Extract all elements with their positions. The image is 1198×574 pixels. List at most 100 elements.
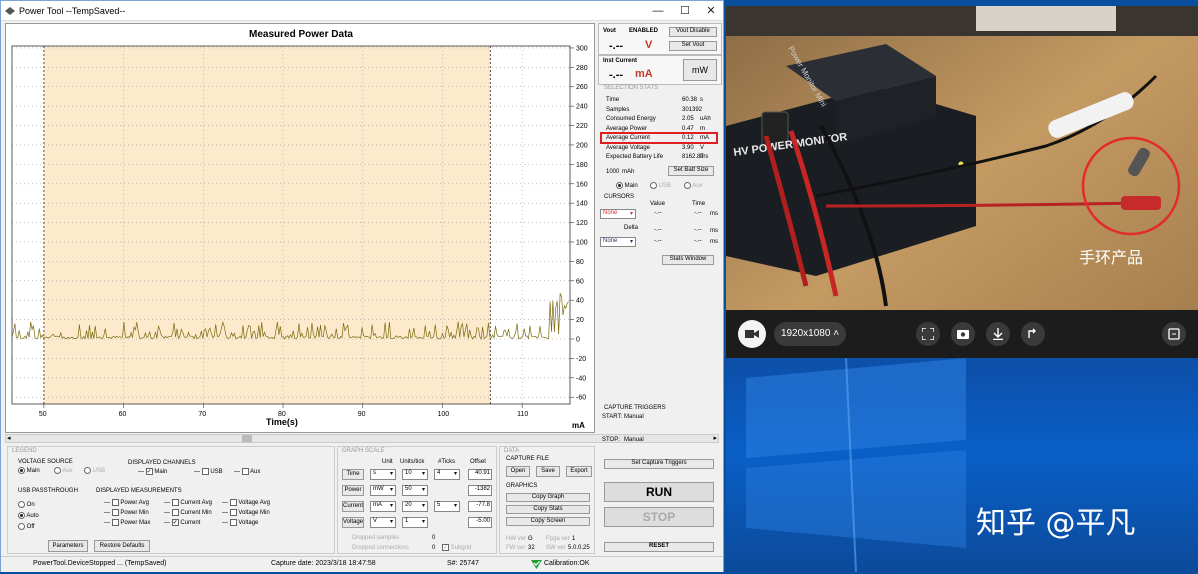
- settings-icon[interactable]: [1162, 322, 1186, 346]
- stat-value: 3.90: [682, 144, 694, 151]
- copy-graph-button[interactable]: Copy Graph: [506, 493, 590, 502]
- dc-main-check[interactable]: — ✓ Main: [138, 468, 167, 475]
- scale-ticks-select[interactable]: 5: [434, 501, 460, 512]
- fpga-ver-value: 1: [572, 536, 576, 542]
- legend-group: LEGEND VOLTAGE SOURCE Main Aux USB DISPL…: [7, 446, 335, 554]
- scale-ticks-select[interactable]: 4: [434, 469, 460, 480]
- camera-toggle-button[interactable]: [738, 320, 766, 348]
- measurement-check[interactable]: — Voltage: [222, 519, 258, 526]
- scale-row-label[interactable]: Voltage: [342, 517, 364, 528]
- power-chart[interactable]: 3002802602402202001801601401201008060402…: [6, 24, 596, 434]
- restore-defaults-button[interactable]: Restore Defaults: [94, 540, 150, 552]
- selection-region: [43, 46, 491, 404]
- close-button[interactable]: ✕: [704, 4, 718, 18]
- mw-button[interactable]: mW: [683, 59, 717, 81]
- dc-aux-check[interactable]: — Aux: [234, 468, 260, 475]
- scroll-thumb[interactable]: [242, 435, 252, 442]
- x-tick-label: 50: [39, 411, 47, 418]
- stats-radio-main[interactable]: Main: [616, 182, 638, 189]
- cursor-value-header: Value: [650, 201, 665, 207]
- open-button[interactable]: Open: [506, 466, 530, 477]
- stats-radio-usb[interactable]: USB: [650, 182, 671, 189]
- cursors-panel: CURSORS Value Time None -.-- -.-- ms Del…: [598, 191, 722, 271]
- data-group: DATA CAPTURE FILE Open Save Export GRAPH…: [499, 446, 595, 554]
- save-button[interactable]: Save: [536, 466, 560, 477]
- vs-main-radio[interactable]: Main: [18, 467, 40, 474]
- cursor2-select[interactable]: None: [600, 237, 636, 247]
- usb-off-radio[interactable]: Off: [18, 523, 35, 530]
- copy-screen-button[interactable]: Copy Screen: [506, 517, 590, 526]
- rotate-icon[interactable]: [1021, 322, 1045, 346]
- set-vout-button[interactable]: Set Vout: [669, 41, 717, 51]
- sw-ver-value: 5.0.0.25: [568, 545, 590, 551]
- parameters-button[interactable]: Parameters: [48, 540, 88, 552]
- dc-usb-check[interactable]: — USB: [194, 468, 223, 475]
- stats-radio-aux[interactable]: Aux: [684, 182, 703, 189]
- x-tick-label: 100: [437, 411, 449, 418]
- scale-unit-select[interactable]: mA: [370, 501, 396, 512]
- inst-current-label: Inst Current: [603, 58, 638, 64]
- x-tick-label: 60: [119, 411, 127, 418]
- vout-disable-button[interactable]: Vout Disable: [669, 27, 717, 37]
- hardware-photo: HV POWER MONITOR Power Monitor Mini 手环产品: [726, 6, 1198, 358]
- hw-ver-label: HW ver: [506, 536, 526, 542]
- graph-panel[interactable]: 300 280 260 240 220 200 180 160 140 120 100 80 60 40 2…: [5, 23, 595, 433]
- vs-aux-radio[interactable]: Aux: [54, 467, 73, 474]
- scale-row-label[interactable]: Current: [342, 501, 364, 512]
- scale-row-label[interactable]: Power: [342, 485, 364, 496]
- delta-ms: ms: [710, 228, 718, 234]
- usb-auto-radio[interactable]: Auto: [18, 512, 39, 519]
- cursor1-value: -.--: [654, 210, 662, 216]
- measurement-check[interactable]: — Power Avg: [104, 499, 149, 506]
- scale-offset-input[interactable]: -1382: [468, 485, 492, 496]
- camera-toolbar: 1920x1080 ˄: [726, 310, 1198, 358]
- vout-status: ENABLED: [629, 28, 659, 34]
- usb-on-radio[interactable]: On: [18, 501, 35, 508]
- subgrid-check[interactable]: ✓ Subgrid: [442, 544, 471, 551]
- minimize-button[interactable]: —: [651, 4, 665, 18]
- measurement-check[interactable]: — Voltage Min: [222, 509, 270, 516]
- scroll-left-icon[interactable]: ◂: [7, 435, 11, 442]
- scale-unit-select[interactable]: mW: [370, 485, 396, 496]
- scale-unit-select[interactable]: V: [370, 517, 396, 528]
- measurement-check[interactable]: — ✓ Current: [164, 519, 200, 526]
- download-icon[interactable]: [986, 322, 1010, 346]
- status-state: PowerTool.DeviceStopped ... (TempSaved): [33, 560, 167, 567]
- export-button[interactable]: Export: [566, 466, 592, 477]
- scale-units-select[interactable]: 1: [402, 517, 428, 528]
- legend-header: LEGEND: [12, 448, 37, 454]
- copy-stats-button[interactable]: Copy Stats: [506, 505, 590, 514]
- measurement-check[interactable]: — Current Avg: [164, 499, 212, 506]
- fpga-ver-label: Fpga ver: [546, 536, 570, 542]
- batt-size-value: 1000: [606, 169, 620, 175]
- scale-units-select[interactable]: 50: [402, 485, 428, 496]
- fw-ver-value: 32: [528, 545, 535, 551]
- measurement-check[interactable]: — Voltage Avg: [222, 499, 270, 506]
- scale-row-label[interactable]: Time: [342, 469, 364, 480]
- maximize-button[interactable]: ☐: [678, 4, 692, 18]
- scale-offset-input[interactable]: -77.8: [468, 501, 492, 512]
- capture-triggers-header: CAPTURE TRIGGERS: [604, 405, 666, 411]
- units-tick-header: Units/tick: [400, 459, 425, 465]
- scale-units-select[interactable]: 20: [402, 501, 428, 512]
- y-tick-label: 260: [576, 84, 588, 91]
- batt-size-unit: mAh: [622, 169, 635, 175]
- scale-offset-input[interactable]: 40.91: [468, 469, 492, 480]
- measurement-check[interactable]: — Power Max: [104, 519, 150, 526]
- stats-window-button[interactable]: Stats Window: [662, 255, 714, 265]
- x-tick-label: 110: [517, 411, 528, 418]
- stat-label: Samples: [606, 106, 630, 113]
- set-batt-size-button[interactable]: Set Batt Size: [668, 166, 714, 176]
- scale-offset-input[interactable]: -5.00: [468, 517, 492, 528]
- focus-frame-icon[interactable]: [916, 322, 940, 346]
- y-tick-label: 200: [576, 142, 588, 149]
- photo-capture-icon[interactable]: [951, 322, 975, 346]
- resolution-selector[interactable]: 1920x1080 ˄: [774, 322, 846, 346]
- scale-units-select[interactable]: 10: [402, 469, 428, 480]
- status-serial: S#: 25747: [447, 560, 479, 567]
- scale-unit-select[interactable]: s: [370, 469, 396, 480]
- cursor1-select[interactable]: None: [600, 209, 636, 219]
- measurement-check[interactable]: — Power Min: [104, 509, 149, 516]
- measurement-check[interactable]: — Current Min: [164, 509, 212, 516]
- vs-usb-radio[interactable]: USB: [84, 467, 105, 474]
